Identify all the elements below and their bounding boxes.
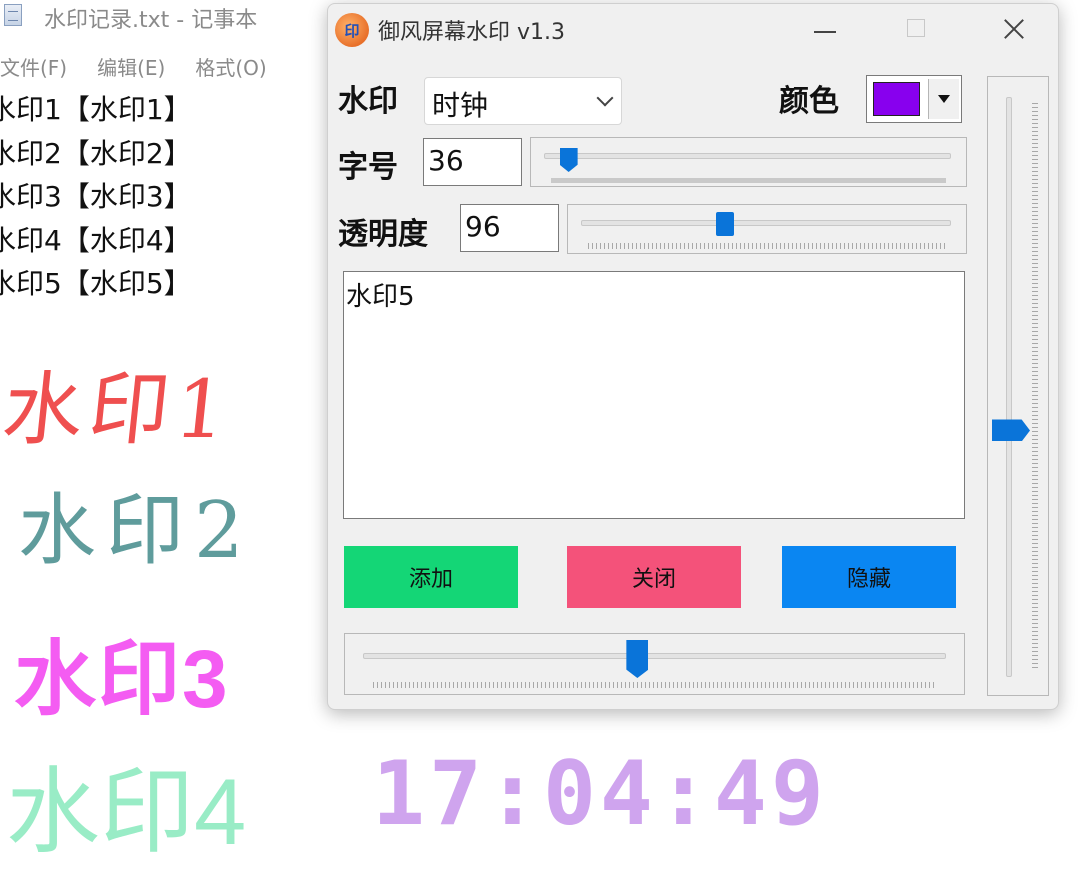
watermark-text-input[interactable]: 水印5	[343, 271, 965, 519]
notepad-line: 水印2【水印2】	[0, 136, 192, 170]
menu-edit[interactable]: 编辑(E)	[97, 52, 165, 81]
notepad-title: 水印记录.txt - 记事本	[44, 8, 258, 33]
slider-thumb[interactable]	[626, 640, 649, 678]
app-logo-icon: 印	[335, 13, 369, 47]
opacity-slider[interactable]	[567, 204, 967, 254]
watermark-4: 水印4	[6, 759, 247, 864]
opacity-label: 透明度	[338, 217, 428, 252]
watermark-3: 水印3	[14, 634, 230, 725]
watermark-type-value: 时钟	[432, 89, 489, 122]
position-slider-horizontal[interactable]	[344, 633, 965, 695]
menu-format[interactable]: 格式(O)	[195, 52, 266, 81]
maximize-button[interactable]	[870, 4, 960, 54]
notepad-line: 水印5【水印5】	[0, 267, 192, 300]
watermark-2: 水印2	[18, 486, 254, 576]
notepad-titlebar: 水印记录.txt - 记事本	[0, 0, 330, 33]
notepad-line: 水印4【水印4】	[0, 223, 192, 257]
close-window-button[interactable]	[970, 4, 1060, 54]
slider-thumb[interactable]	[992, 419, 1030, 442]
font-size-input[interactable]: 36	[423, 138, 522, 186]
hide-button[interactable]: 隐藏	[782, 546, 956, 608]
watermark-type-select[interactable]: 时钟	[424, 77, 622, 125]
notepad-menubar: 文件(F) 编辑(E) 格式(O)	[0, 52, 267, 81]
position-slider-vertical[interactable]	[987, 76, 1049, 696]
slider-thumb[interactable]	[715, 212, 734, 236]
notepad-text[interactable]: 水印1【水印1】 水印2【水印2】 水印3【水印3】 水印4【水印4】 水印5【…	[0, 88, 192, 306]
slider-ticks	[1032, 103, 1038, 671]
app-logo-text: 印	[344, 21, 360, 40]
add-button[interactable]: 添加	[344, 546, 518, 608]
slider-ticks	[551, 178, 946, 183]
watermark-label: 水印	[338, 84, 398, 119]
dropdown-arrow-icon[interactable]	[928, 79, 959, 119]
color-swatch	[873, 82, 920, 116]
notepad-line: 水印1【水印1】	[0, 93, 192, 126]
color-label: 颜色	[779, 84, 839, 119]
slider-track	[581, 220, 951, 226]
slider-thumb[interactable]	[559, 148, 578, 172]
slider-ticks	[373, 682, 936, 688]
close-button[interactable]: 关闭	[567, 546, 741, 608]
minimize-button[interactable]	[780, 4, 870, 54]
font-size-slider[interactable]	[530, 137, 967, 187]
chevron-down-icon	[596, 89, 614, 107]
slider-track	[1006, 97, 1012, 677]
font-size-label: 字号	[338, 150, 398, 185]
notepad-line: 水印3【水印3】	[0, 180, 192, 213]
slider-ticks	[588, 243, 946, 249]
color-picker[interactable]	[866, 75, 962, 123]
opacity-input[interactable]: 96	[460, 204, 559, 252]
watermark-1: 水印1	[0, 363, 238, 456]
clock-watermark: 17:04:49	[372, 742, 828, 845]
slider-track	[363, 653, 946, 659]
watermark-app-window: 印 御风屏幕水印 v1.3 水印 时钟 颜色 字号 36 透明度 96 水印5 …	[327, 3, 1059, 710]
notepad-file-icon	[4, 4, 22, 26]
window-title: 御风屏幕水印 v1.3	[378, 20, 566, 45]
menu-file[interactable]: 文件(F)	[0, 52, 67, 81]
slider-track	[544, 153, 951, 159]
